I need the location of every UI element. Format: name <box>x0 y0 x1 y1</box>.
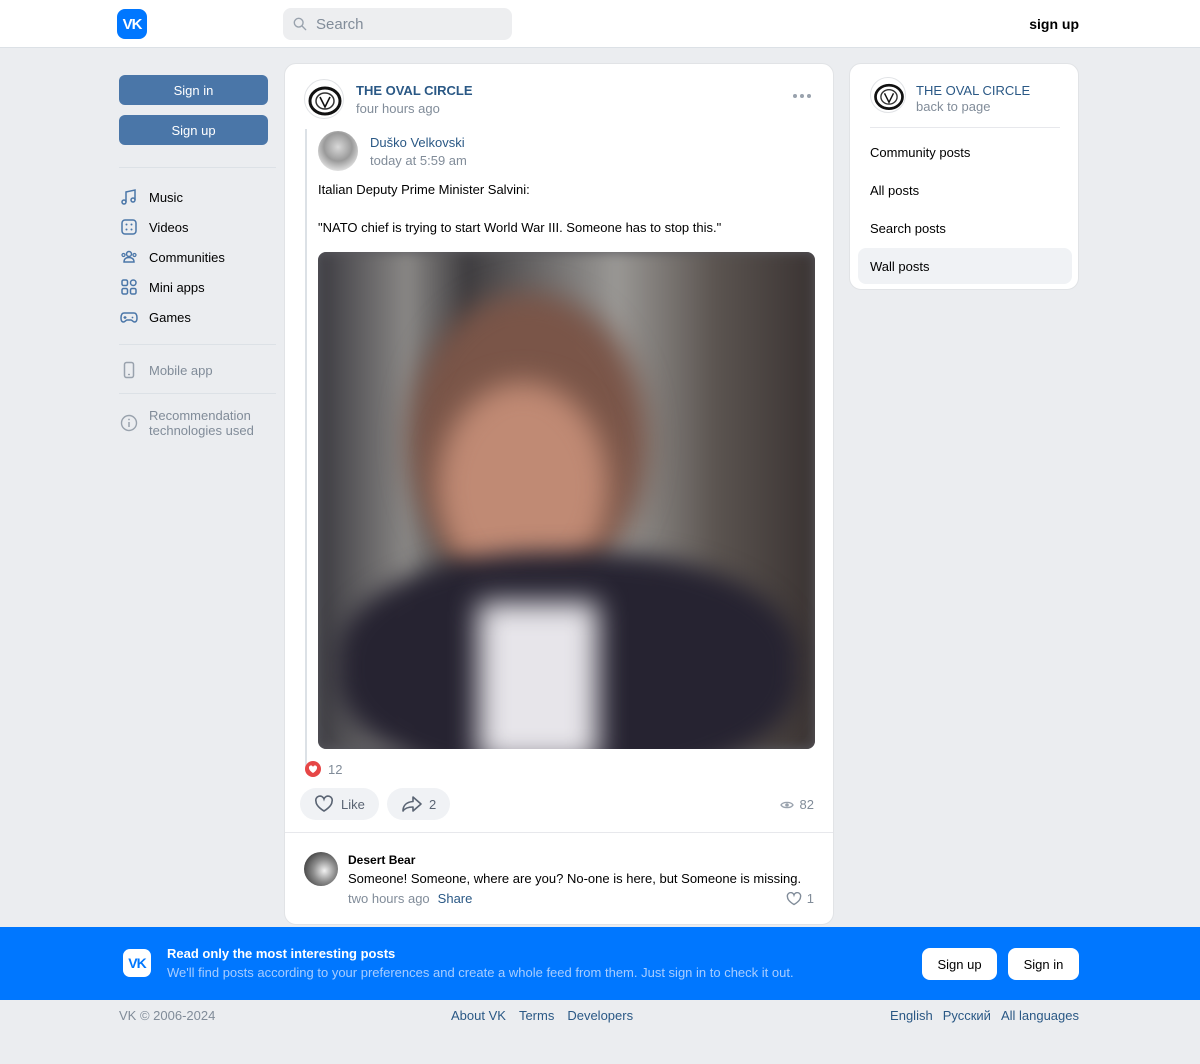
video-icon <box>119 217 139 237</box>
about-vk-link[interactable]: About VK <box>451 1008 506 1023</box>
repost-time[interactable]: today at 5:59 am <box>370 153 467 168</box>
lang-russian-link[interactable]: Русский <box>943 1008 991 1023</box>
heart-reaction-icon <box>305 761 321 777</box>
top-header: VK sign up <box>0 0 1200 48</box>
group-avatar[interactable] <box>870 77 906 113</box>
search-input[interactable] <box>316 15 486 33</box>
community-posts-link[interactable]: Community posts <box>858 134 1072 170</box>
post-text-line-2: "NATO chief is trying to start World War… <box>318 220 722 235</box>
comment-share-link[interactable]: Share <box>438 891 473 906</box>
sidebar-divider <box>119 344 276 345</box>
footer-links: About VK Terms Developers <box>451 1008 633 1023</box>
sign-in-button[interactable]: Sign in <box>119 75 268 105</box>
recommendation-line-1: Recommendation <box>149 408 251 423</box>
signup-banner: VK Read only the most interesting posts … <box>0 927 1200 1000</box>
recommendation-info-link[interactable]: Recommendation technologies used <box>119 408 254 438</box>
right-group-name-link[interactable]: THE OVAL CIRCLE <box>916 83 1030 98</box>
developers-link[interactable]: Developers <box>567 1008 633 1023</box>
search-box[interactable] <box>283 8 512 40</box>
sidebar-item-label: Mini apps <box>149 279 205 295</box>
terms-link[interactable]: Terms <box>519 1008 554 1023</box>
post-text-line-1: Italian Deputy Prime Minister Salvini: <box>318 182 530 197</box>
author-avatar[interactable] <box>318 131 358 171</box>
comment-text: Someone! Someone, where are you? No-one … <box>348 871 802 886</box>
share-icon <box>402 796 422 812</box>
communities-icon <box>119 247 139 267</box>
share-count: 2 <box>429 796 437 812</box>
sidebar-item-games[interactable]: Games <box>119 307 191 327</box>
search-posts-link[interactable]: Search posts <box>858 210 1072 246</box>
recommendation-line-2: technologies used <box>149 423 254 438</box>
sidebar-item-communities[interactable]: Communities <box>119 247 225 267</box>
phone-icon <box>119 360 139 380</box>
comment-time[interactable]: two hours ago <box>348 891 430 906</box>
repost-author-link[interactable]: Duško Velkovski <box>370 135 465 150</box>
banner-title: Read only the most interesting posts <box>167 946 396 961</box>
like-label: Like <box>341 796 365 812</box>
heart-icon <box>786 891 802 905</box>
views-count: 82 <box>799 797 814 812</box>
lang-english-link[interactable]: English <box>890 1008 933 1023</box>
wall-posts-link[interactable]: Wall posts <box>858 248 1072 284</box>
eye-icon <box>779 801 794 808</box>
post-divider <box>285 832 833 833</box>
all-posts-link[interactable]: All posts <box>858 172 1072 208</box>
sidebar-item-label: Games <box>149 309 191 325</box>
more-options-icon[interactable] <box>793 91 813 101</box>
footer-copyright: VK © 2006-2024 <box>119 1008 216 1023</box>
sidebar-item-videos[interactable]: Videos <box>119 217 189 237</box>
views-counter: 82 <box>779 797 814 812</box>
header-signup-link[interactable]: sign up <box>1029 16 1079 32</box>
sidebar-item-mini-apps[interactable]: Mini apps <box>119 277 205 297</box>
back-to-page-link[interactable]: back to page <box>916 99 990 114</box>
comment-like-button[interactable]: 1 <box>786 891 814 906</box>
reactions-summary[interactable]: 12 <box>305 761 342 777</box>
all-languages-link[interactable]: All languages <box>1001 1008 1079 1023</box>
sidebar-item-label: Videos <box>149 219 189 235</box>
heart-icon <box>315 795 333 812</box>
vk-logo[interactable]: VK <box>117 9 147 39</box>
reactions-count: 12 <box>328 761 343 777</box>
sidebar-divider <box>119 393 276 394</box>
banner-sign-in-button[interactable]: Sign in <box>1008 948 1079 980</box>
banner-subtitle: We'll find posts according to your prefe… <box>167 965 794 980</box>
sidebar-divider <box>119 167 276 168</box>
post-time[interactable]: four hours ago <box>356 101 440 116</box>
sidebar-item-label: Communities <box>149 249 225 265</box>
search-icon <box>293 17 307 31</box>
info-icon <box>119 408 139 438</box>
right-panel-divider <box>870 127 1060 128</box>
sidebar-item-label: Music <box>149 189 183 205</box>
language-switcher: English Русский All languages <box>890 1008 1079 1023</box>
banner-sign-up-button[interactable]: Sign up <box>922 948 997 980</box>
wall-post: THE OVAL CIRCLE four hours ago Duško Vel… <box>284 63 834 925</box>
mini-apps-icon <box>119 277 139 297</box>
commenter-name-link[interactable]: Desert Bear <box>348 853 415 867</box>
sign-up-button[interactable]: Sign up <box>119 115 268 145</box>
sidebar-item-label: Mobile app <box>149 362 213 378</box>
sidebar-item-mobile-app[interactable]: Mobile app <box>119 360 213 380</box>
music-icon <box>119 187 139 207</box>
like-button[interactable]: Like <box>300 788 379 820</box>
commenter-avatar[interactable] <box>304 852 338 886</box>
group-avatar[interactable] <box>304 79 344 119</box>
repost-line <box>305 129 307 769</box>
comment-meta: two hours ago Share <box>348 891 472 906</box>
gamepad-icon <box>119 307 139 327</box>
comment-like-count: 1 <box>806 891 814 906</box>
right-panel: THE OVAL CIRCLE back to page Community p… <box>849 63 1079 290</box>
sidebar-item-music[interactable]: Music <box>119 187 183 207</box>
group-name-link[interactable]: THE OVAL CIRCLE <box>356 83 473 98</box>
post-photo[interactable] <box>318 252 815 749</box>
vk-logo: VK <box>123 949 151 977</box>
share-button[interactable]: 2 <box>387 788 451 820</box>
